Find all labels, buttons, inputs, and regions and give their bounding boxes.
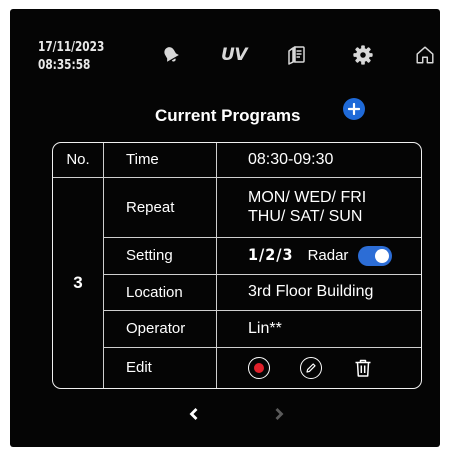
table-row: Operator Lin** <box>53 310 421 348</box>
toggle-knob <box>375 249 390 264</box>
repeat-line-1: MON/ WED/ FRI <box>248 189 367 207</box>
edit-label: Edit <box>104 347 217 388</box>
chevron-right-icon <box>275 408 284 420</box>
header-time: Time <box>104 143 217 178</box>
add-program-button[interactable] <box>343 98 365 120</box>
prev-page-button[interactable] <box>188 407 200 426</box>
table-row: Setting 1/2/3 Radar <box>53 237 421 275</box>
plus-icon <box>348 103 360 115</box>
page-title: Current Programs <box>155 106 301 125</box>
bell-icon[interactable] <box>158 43 184 67</box>
uv-icon[interactable]: UV <box>217 43 251 67</box>
radar-toggle[interactable] <box>358 246 393 267</box>
trash-icon[interactable] <box>352 357 374 379</box>
repeat-value: MON/ WED/ FRI THU/ SAT/ SUN <box>217 178 421 238</box>
time-text: 08:35:58 <box>38 58 91 73</box>
table-header-row: No. Time 08:30-09:30 <box>53 143 421 178</box>
record-icon[interactable] <box>248 356 270 379</box>
repeat-label: Repeat <box>104 177 217 238</box>
date-text: 17/11/2023 <box>38 40 105 55</box>
document-list-icon[interactable] <box>283 43 309 67</box>
table-row: Location 3rd Floor Building <box>53 274 421 311</box>
location-label: Location <box>104 274 217 311</box>
device-screen: 17/11/2023 08:35:58 UV Current Programs … <box>10 9 440 447</box>
uv-label: UV <box>221 45 247 65</box>
header-no: No. <box>53 143 104 178</box>
time-value: 08:30-09:30 <box>217 143 421 178</box>
table-row: Edit <box>53 347 421 388</box>
table-row: 3 Repeat MON/ WED/ FRI THU/ SAT/ SUN <box>53 177 421 388</box>
operator-value: Lin** <box>217 311 421 348</box>
location-value: 3rd Floor Building <box>217 275 421 311</box>
home-icon[interactable] <box>412 43 438 67</box>
levels-text: 1/2/3 <box>248 245 294 265</box>
setting-label: Setting <box>104 237 217 275</box>
next-page-button[interactable] <box>273 407 285 426</box>
pencil-icon[interactable] <box>300 356 322 379</box>
setting-value: 1/2/3 Radar <box>217 238 421 275</box>
program-table: No. Time 08:30-09:30 3 Repeat MON/ WED/ … <box>52 142 422 389</box>
operator-label: Operator <box>104 310 217 348</box>
repeat-line-2: THU/ SAT/ SUN <box>248 208 363 226</box>
program-number: 3 <box>53 177 104 388</box>
chevron-left-icon <box>189 408 198 420</box>
datetime-display: 17/11/2023 08:35:58 <box>38 39 104 75</box>
radar-label: Radar <box>307 247 349 265</box>
edit-actions <box>217 348 421 388</box>
gear-icon[interactable] <box>350 43 376 67</box>
